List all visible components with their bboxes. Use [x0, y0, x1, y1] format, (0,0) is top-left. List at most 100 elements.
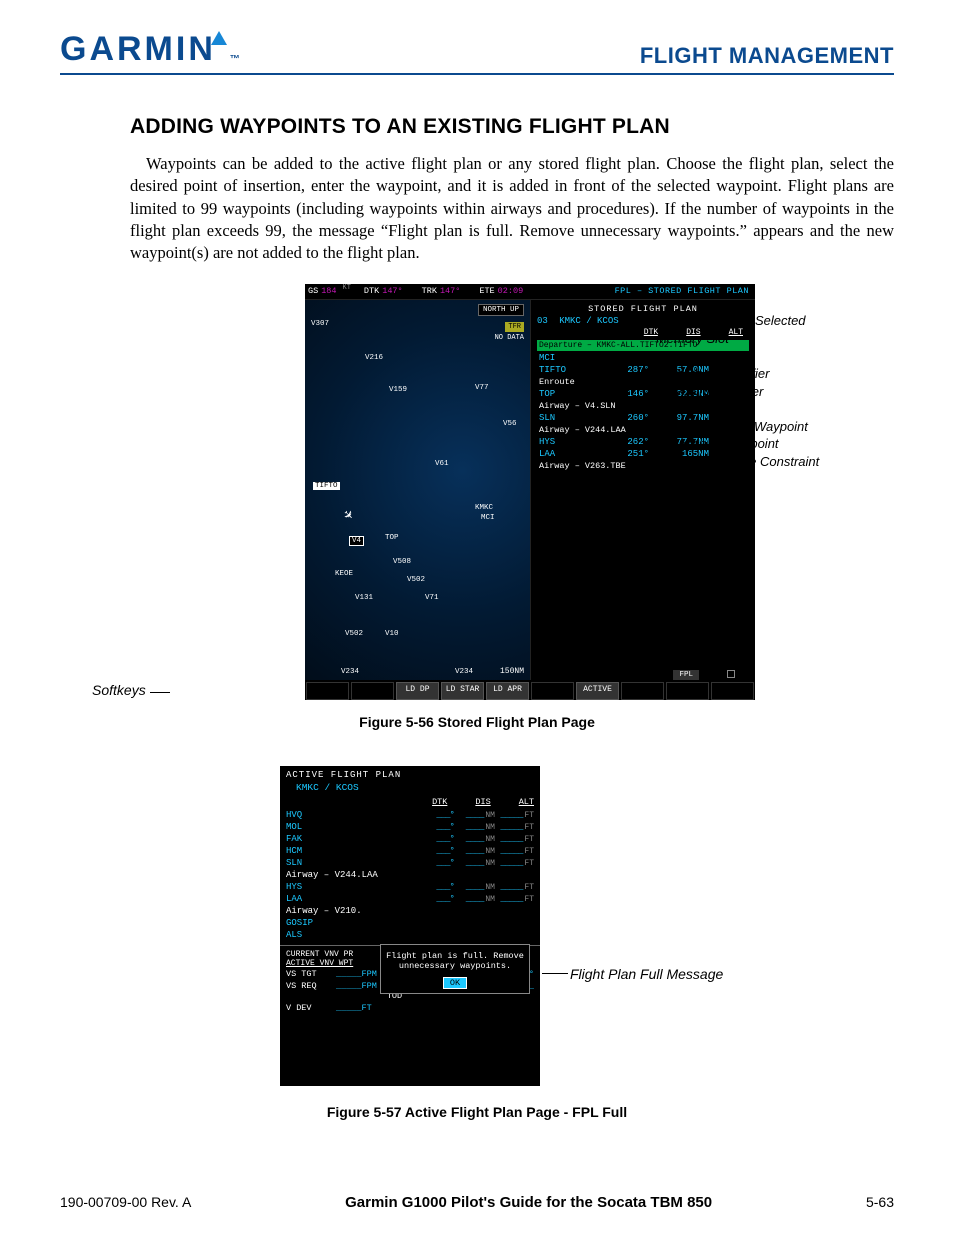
mfd-top-bar: GS 184KT DTK 147° TRK 147° ETE 02:09 FPL… — [305, 284, 755, 300]
softkey-bar: LD DP LD STAR LD APR ACTIVE — [305, 682, 755, 700]
nodata-label: NO DATA — [495, 334, 524, 342]
map-label: V131 — [355, 594, 373, 602]
callout-item: - Memory Slot — [648, 330, 819, 348]
segment-airway: Airway – V210. — [286, 905, 534, 917]
waypoint-row[interactable]: HYS___° ____NM _____FT — [286, 881, 534, 893]
ownship-icon: ✈ — [339, 507, 357, 525]
softkey-active[interactable]: ACTIVE — [576, 682, 619, 700]
softkey-ld-dp[interactable]: LD DP — [396, 682, 439, 700]
map-label: V508 — [393, 558, 411, 566]
page-number: 5-63 — [866, 1194, 894, 1210]
map-label: V159 — [389, 386, 407, 394]
softkey[interactable] — [531, 682, 574, 700]
afpl-route: KMKC / KCOS — [296, 782, 534, 793]
gs-unit: KT — [343, 284, 351, 299]
ete-value: 02:09 — [498, 284, 530, 299]
callout-item: - Comment — [648, 347, 819, 365]
gs-value: 184 — [321, 284, 342, 299]
figure-57-caption: Figure 5-57 Active Flight Plan Page - FP… — [60, 1104, 894, 1120]
softkey[interactable] — [621, 682, 664, 700]
map-scale: 150NM — [500, 667, 524, 676]
callout-title: Stored Flight Plan Selected — [648, 312, 819, 330]
page-group-tab: FPL — [673, 670, 699, 680]
map-label: V234 — [455, 668, 473, 676]
garmin-logo: GARMIN ™ — [60, 30, 247, 69]
softkey[interactable] — [666, 682, 709, 700]
waypoint-row[interactable]: ALS — [286, 929, 534, 941]
trk-label: TRK — [419, 284, 440, 299]
map-label: V10 — [385, 630, 399, 638]
afpl-columns: DTK DIS ALT — [286, 797, 534, 807]
north-up-badge: NORTH UP — [478, 304, 524, 316]
col-alt: ALT — [519, 797, 534, 807]
map-label: V502 — [407, 576, 425, 584]
memory-slot: 03 — [537, 316, 548, 326]
vnv-row: V DEV_____FT — [286, 1002, 534, 1014]
map-label: KMKC — [475, 504, 493, 512]
leader-line — [542, 973, 568, 974]
afpl-title: ACTIVE FLIGHT PLAN — [286, 770, 534, 780]
softkey[interactable] — [306, 682, 349, 700]
figure-56-container: GS 184KT DTK 147° TRK 147° ETE 02:09 FPL… — [170, 284, 890, 700]
figure-57-container: ACTIVE FLIGHT PLAN KMKC / KCOS DTK DIS A… — [280, 766, 954, 1086]
trademark-icon: ™ — [230, 54, 243, 65]
callout-stored-fpl: Stored Flight Plan Selected - Memory Slo… — [648, 312, 819, 470]
col-dis: DIS — [475, 797, 490, 807]
waypoint-row[interactable]: HVQ___° ____NM _____FT — [286, 809, 534, 821]
waypoint-row[interactable]: LAA___° ____NM _____FT — [286, 893, 534, 905]
callout-item: - Waypoint Altitude Constraint — [648, 453, 819, 471]
tfr-badge: TFR — [505, 322, 524, 332]
callout-item: - Waypoint Identifier — [648, 383, 819, 401]
ete-label: ETE — [476, 284, 497, 299]
segment-airway: Airway – V244.LAA — [286, 869, 534, 881]
doc-title: Garmin G1000 Pilot's Guide for the Socat… — [345, 1194, 712, 1211]
callout-softkeys: Softkeys — [92, 682, 146, 698]
popup-line1: Flight plan is full. Remove — [385, 951, 525, 961]
nav-map: NORTH UP TFR NO DATA ✈ 150NM V307 V216 V… — [305, 300, 530, 680]
callout-item: - Procedure Identifier — [648, 365, 819, 383]
col-dtk: DTK — [432, 797, 447, 807]
dtk-value: 147° — [382, 284, 408, 299]
map-label: V61 — [435, 460, 449, 468]
route-comment: KMKC / KCOS — [559, 316, 618, 326]
map-label: V234 — [341, 668, 359, 676]
section-title: FLIGHT MANAGEMENT — [640, 43, 894, 69]
leader-line — [150, 692, 170, 693]
mfd-page-title: FPL – STORED FLIGHT PLAN — [609, 284, 755, 299]
subsection-heading: ADDING WAYPOINTS TO AN EXISTING FLIGHT P… — [130, 115, 894, 139]
waypoint-row[interactable]: GOSIP — [286, 917, 534, 929]
waypoint-row[interactable]: SLN___° ____NM _____FT — [286, 857, 534, 869]
popup-ok-button[interactable]: OK — [443, 977, 467, 989]
leader-line — [622, 320, 646, 321]
softkey[interactable] — [351, 682, 394, 700]
garmin-triangle-icon — [211, 31, 227, 45]
trk-value: 147° — [440, 284, 466, 299]
map-label: KEOE — [335, 570, 353, 578]
map-label: V71 — [425, 594, 439, 602]
map-label: MCI — [481, 514, 495, 522]
body-paragraph: Waypoints can be added to the active fli… — [130, 153, 894, 264]
gs-label: GS — [305, 284, 321, 299]
fpl-full-popup: Flight plan is full. Remove unnecessary … — [380, 944, 530, 994]
softkey[interactable] — [711, 682, 754, 700]
page-header: GARMIN ™ FLIGHT MANAGEMENT — [60, 30, 894, 75]
map-label: TOP — [385, 534, 399, 542]
map-label: V307 — [311, 320, 329, 328]
map-label: V502 — [345, 630, 363, 638]
waypoint-row[interactable]: MOL___° ____NM _____FT — [286, 821, 534, 833]
map-label: V77 — [475, 384, 489, 392]
softkey-ld-apr[interactable]: LD APR — [486, 682, 529, 700]
page-indicator-icon — [727, 670, 735, 678]
callout-fpl-full: Flight Plan Full Message — [570, 966, 723, 982]
active-fpl-screenshot: ACTIVE FLIGHT PLAN KMKC / KCOS DTK DIS A… — [280, 766, 540, 1086]
waypoint-row[interactable]: FAK___° ____NM _____FT — [286, 833, 534, 845]
waypoint-row[interactable]: HCM___° ____NM _____FT — [286, 845, 534, 857]
map-label-tifto: TIFTO — [313, 482, 340, 490]
page-footer: 190-00709-00 Rev. A Garmin G1000 Pilot's… — [60, 1194, 894, 1211]
callout-item: - Desired Track to Waypoint — [648, 418, 819, 436]
callout-item: - Airway Identifier — [648, 400, 819, 418]
softkey-ld-star[interactable]: LD STAR — [441, 682, 484, 700]
map-label: V56 — [503, 420, 517, 428]
dtk-label: DTK — [361, 284, 382, 299]
popup-line2: unnecessary waypoints. — [385, 961, 525, 971]
